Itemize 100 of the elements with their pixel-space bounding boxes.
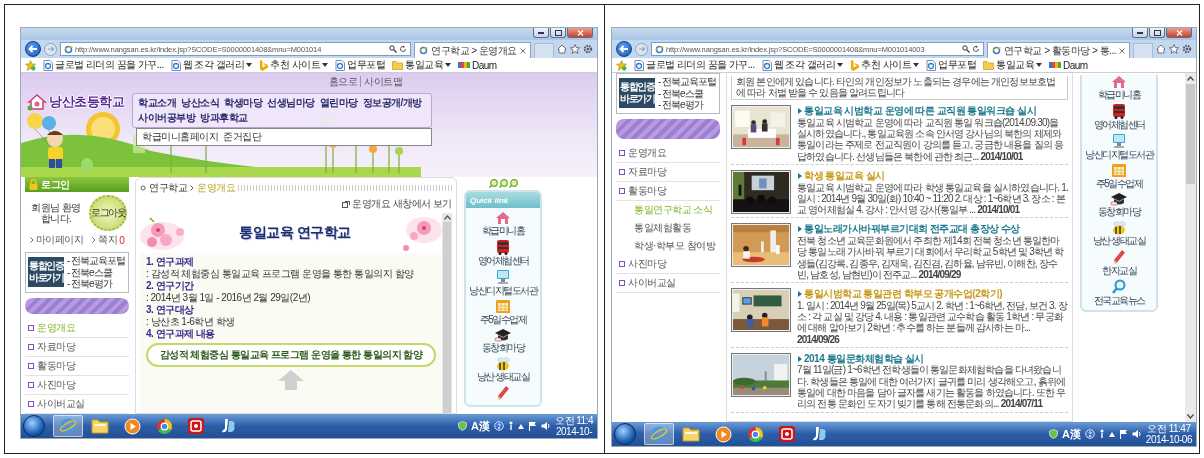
favorite-link[interactable]: Daum — [1049, 59, 1088, 71]
ime-indicator[interactable]: A漢 — [471, 418, 490, 434]
close-icon[interactable] — [520, 47, 526, 54]
caret-icon[interactable] — [1187, 414, 1194, 419]
quick-link[interactable]: 영어체험센터 — [1093, 103, 1145, 130]
zoom-icon[interactable] — [508, 179, 518, 188]
maximize-button[interactable] — [550, 28, 566, 38]
favorites-star-icon[interactable] — [25, 59, 36, 71]
home-icon[interactable] — [557, 44, 567, 54]
home-icon[interactable] — [1156, 44, 1166, 54]
submenu-item[interactable]: 통일체험활동 — [616, 218, 720, 237]
favorites-star-icon[interactable] — [616, 59, 627, 71]
submenu-link[interactable]: 준거집단 — [223, 130, 261, 144]
scrollbar[interactable] — [442, 213, 452, 413]
favorite-link[interactable]: 업무포털 — [926, 58, 976, 72]
close-button[interactable] — [1166, 28, 1192, 38]
logout-button[interactable]: 로그아웃 — [89, 195, 127, 231]
quick-link[interactable]: 낭산디지털도서관 — [1085, 133, 1153, 160]
quick-link[interactable] — [496, 385, 510, 401]
favorite-link[interactable]: Daum — [458, 59, 497, 71]
submenu-link[interactable]: 학급미니홈페이지 — [142, 130, 218, 144]
browser-tab[interactable]: 연구학교 > 활동마당 > 통... — [986, 42, 1130, 58]
favorite-link[interactable]: 웹 조각 갤러리 — [761, 58, 844, 72]
star-icon[interactable] — [570, 44, 580, 54]
quick-link[interactable]: 동창회마당 — [1097, 192, 1141, 217]
help-icon[interactable] — [494, 421, 504, 431]
scrollbar[interactable] — [1185, 73, 1196, 422]
quick-link[interactable]: 한자교실 — [1102, 249, 1136, 276]
network-icon[interactable] — [458, 421, 468, 431]
star-icon[interactable] — [1169, 44, 1179, 54]
header-link[interactable]: 홈으로 — [325, 76, 360, 87]
settings-icon[interactable] — [583, 44, 593, 54]
close-button[interactable] — [567, 28, 593, 38]
menu-item[interactable]: 자료마당 — [25, 338, 129, 357]
caret-icon[interactable] — [518, 423, 524, 429]
submenu-item[interactable]: 학생·학부모 참여방 — [616, 236, 720, 255]
caret-icon[interactable] — [1108, 431, 1115, 437]
ime-indicator[interactable]: A漢 — [1061, 426, 1081, 442]
favorite-link[interactable]: 추천 사이트 — [259, 58, 328, 72]
favorite-link[interactable]: 추천 사이트 — [850, 58, 919, 72]
caret-icon[interactable] — [1187, 76, 1194, 81]
favorite-link[interactable]: 글로벌 리더의 꿈을 가꾸... — [634, 58, 755, 72]
auth-link[interactable]: - 전북e스쿨 — [67, 266, 126, 278]
settings-icon[interactable] — [1182, 44, 1192, 54]
refresh-icon[interactable] — [399, 45, 408, 53]
network-icon[interactable] — [1048, 429, 1058, 439]
volume-icon[interactable] — [1131, 429, 1142, 439]
favorite-link[interactable]: 업무포털 — [335, 58, 385, 72]
nav-link[interactable]: 열린마당 — [319, 96, 358, 110]
nav-link[interactable]: 사이버공부방 — [138, 111, 195, 125]
menu-item[interactable]: 활동마당 — [616, 181, 720, 201]
news-title[interactable]: 통일교육 시범학교 운영에 따른 교직원 통일워크숍 실시 — [797, 105, 1068, 117]
nav-link[interactable]: 정보공개/개방 — [362, 96, 422, 110]
start-button[interactable] — [614, 423, 636, 445]
minimize-button[interactable] — [533, 28, 549, 38]
nav-link[interactable]: 낭산소식 — [181, 96, 219, 110]
favorite-link[interactable]: 통일교육 — [392, 58, 451, 72]
search-icon[interactable] — [389, 45, 398, 53]
volume-icon[interactable] — [541, 421, 551, 431]
menu-item[interactable]: 자료마당 — [616, 162, 720, 182]
promo-banner[interactable] — [25, 297, 129, 314]
flag-icon[interactable] — [1118, 429, 1128, 439]
refresh-icon[interactable] — [971, 45, 980, 53]
caret-icon[interactable] — [443, 215, 451, 220]
quick-link[interactable]: 전국교육뉴스 — [1093, 279, 1145, 306]
close-icon[interactable] — [1119, 47, 1125, 54]
scrollbar-thumb[interactable] — [443, 222, 451, 413]
nav-link[interactable]: 선생님마당 — [267, 96, 315, 110]
account-link[interactable]: 쪽지 0 — [92, 233, 125, 247]
account-link[interactable]: 마이페이지 — [29, 233, 84, 247]
auth-link[interactable]: - 전북e평가 — [658, 99, 717, 111]
quick-link[interactable]: 영어체험센터 — [477, 239, 529, 266]
clock[interactable]: 오전 11:4 2014-10- — [555, 415, 595, 437]
quick-link[interactable]: 주5일수업제 — [479, 299, 527, 325]
quick-link[interactable]: 학급미니홈 — [481, 211, 525, 236]
back-button[interactable] — [616, 41, 632, 57]
nav-link[interactable]: 학교소개 — [138, 96, 176, 110]
start-button[interactable] — [23, 415, 45, 437]
scrollbar-thumb[interactable] — [1186, 84, 1195, 184]
menu-item[interactable]: 사진마당 — [25, 376, 129, 395]
nav-link[interactable]: 학생마당 — [224, 96, 262, 110]
auth-link[interactable]: - 전북e스쿨 — [658, 87, 717, 99]
school-name[interactable]: 낭산초등학교 — [49, 93, 124, 111]
auth-link[interactable]: - 전북교육포털 — [658, 76, 717, 88]
quick-link[interactable]: 학급미니홈 — [1097, 75, 1141, 100]
flag-icon[interactable] — [528, 421, 537, 431]
minimize-button[interactable] — [1132, 28, 1148, 38]
quick-link[interactable]: 낭산 생태교실 — [476, 356, 530, 382]
quick-link[interactable]: 동창회마당 — [481, 328, 525, 353]
zoom-icon[interactable] — [498, 179, 508, 188]
quick-link[interactable]: 낭산디지털도서관 — [469, 269, 537, 296]
menu-item[interactable]: 사진마당 — [616, 254, 720, 274]
maximize-button[interactable] — [1149, 28, 1165, 38]
menu-item[interactable]: 활동마당 — [25, 357, 129, 376]
favorite-link[interactable]: 웹 조각 갤러리 — [170, 58, 253, 72]
clock[interactable]: 오전 11:47 2014-10-06 — [1145, 423, 1194, 445]
menu-item[interactable]: 사이버교실 — [616, 273, 720, 293]
news-title[interactable]: 통일노래가사바꿔부르기대회 전주교대 총장상 수상 — [797, 223, 1068, 235]
favorite-link[interactable]: 글로벌 리더의 꿈을 가꾸... — [43, 58, 164, 72]
promo-banner[interactable] — [616, 118, 720, 139]
